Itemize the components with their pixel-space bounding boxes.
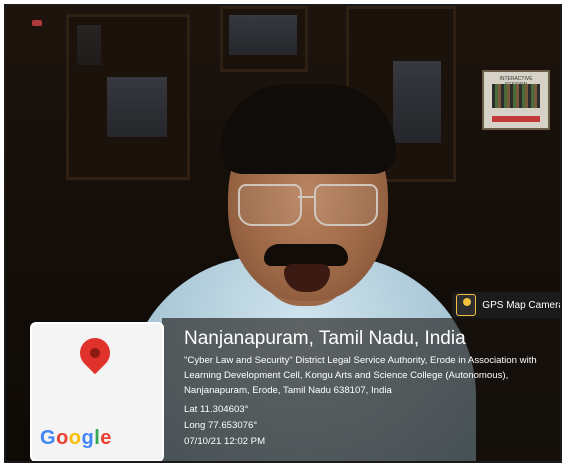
map-thumbnail: Google [30,322,164,461]
poster-banner [492,116,540,122]
cabinet-glass [393,61,441,143]
google-logo-letter: o [56,427,69,449]
wall-poster: INTERACTIVE SESSION [482,70,550,130]
speaker-mustache [264,244,348,266]
eyeglasses-bridge [298,196,314,198]
location-address: "Cyber Law and Security" District Legal … [184,355,537,396]
eyeglasses-left-lens [238,184,302,226]
gps-camera-icon [456,294,477,316]
cabinet-left [66,14,190,180]
gps-badge-label: GPS Map Camera [482,299,562,311]
record-indicator-icon [32,20,42,26]
map-pin-icon [73,331,117,375]
longitude: Long 77.653076° [184,420,258,431]
google-logo-letter: e [100,427,112,449]
google-logo-letter: G [40,427,57,449]
poster-image [492,84,540,108]
speaker-hair [220,84,396,174]
cabinet-glass [107,77,167,137]
cabinet-glass [77,25,101,65]
timestamp: 07/10/21 12:02 PM [184,436,266,447]
video-frame: INTERACTIVE SESSION GPS Map Camera Googl… [4,4,562,463]
location-title: Nanjanapuram, Tamil Nadu, India [184,328,466,349]
google-logo-letter: g [81,427,95,449]
eyeglasses-right-lens [314,184,378,226]
google-logo: Google [40,427,112,450]
gps-map-camera-badge: GPS Map Camera [452,292,562,318]
cabinet-center [220,6,308,72]
google-logo-letter: o [68,427,82,449]
cabinet-glass [229,15,297,55]
latitude: Lat 11.304603° [184,404,249,415]
